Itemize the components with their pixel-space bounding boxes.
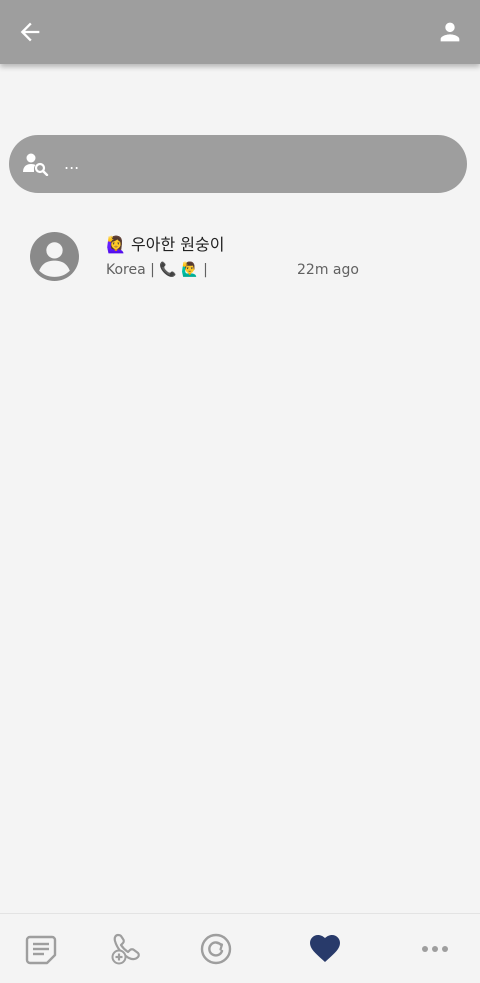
app-bar	[0, 0, 480, 64]
arrow-left-icon	[20, 22, 40, 42]
refresh-icon	[200, 933, 232, 965]
person-search-icon	[23, 153, 49, 176]
more-horizontal-icon	[422, 946, 448, 952]
person-icon	[440, 22, 460, 42]
document-icon	[25, 935, 57, 965]
contact-name: 🙋‍♀️ 우아한 원숭이	[106, 235, 225, 254]
nav-more[interactable]	[419, 933, 451, 965]
search-placeholder: ...	[64, 154, 80, 173]
search-bar[interactable]: ...	[9, 135, 467, 193]
contact-meta: Korea | 📞 🙋‍♂️ |	[106, 262, 208, 278]
nav-add-call[interactable]	[110, 933, 142, 965]
nav-refresh[interactable]	[200, 933, 232, 965]
phone-add-icon	[111, 933, 140, 965]
contact-time: 22m ago	[297, 262, 359, 278]
profile-button[interactable]	[436, 18, 464, 46]
nav-posts[interactable]	[25, 933, 57, 965]
heart-icon	[310, 935, 340, 962]
nav-favorites[interactable]	[309, 933, 341, 965]
back-button[interactable]	[16, 18, 44, 46]
list-item[interactable]: 🙋‍♀️ 우아한 원숭이 Korea | 📞 🙋‍♂️ | 22m ago	[0, 220, 480, 294]
account-circle-icon	[30, 232, 79, 281]
bottom-nav	[0, 913, 480, 983]
